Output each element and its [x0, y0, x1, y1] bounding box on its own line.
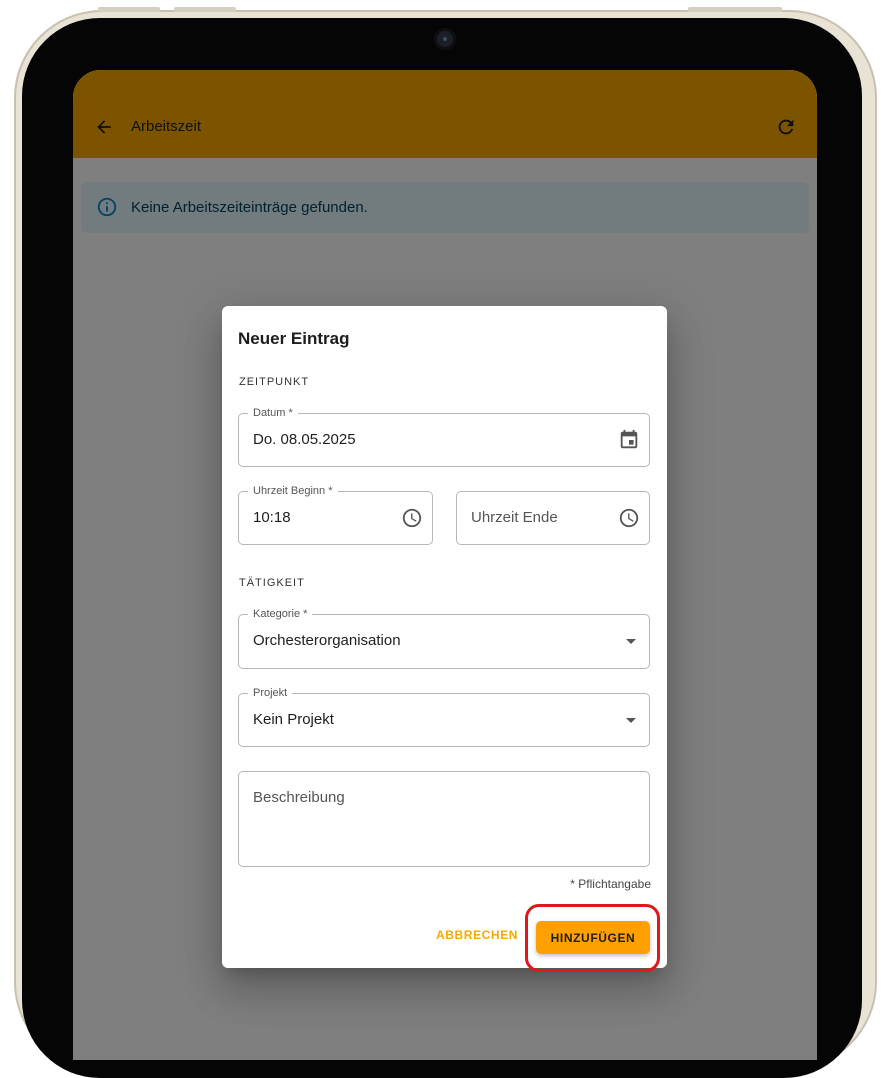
category-label: Kategorie * — [248, 608, 313, 621]
volume-button — [174, 7, 236, 12]
date-field-label: Datum * — [248, 407, 298, 420]
end-time-placeholder: Uhrzeit Ende — [471, 509, 558, 526]
date-field-value: Do. 08.05.2025 — [253, 431, 356, 448]
front-camera — [434, 28, 456, 50]
dialog-title: Neuer Eintrag — [238, 329, 350, 348]
project-label: Projekt — [248, 687, 293, 700]
project-select[interactable]: Projekt Kein Projekt — [238, 687, 650, 747]
description-textarea[interactable]: Beschreibung — [238, 771, 650, 867]
volume-button — [98, 7, 160, 12]
section-label-time: ZEITPUNKT — [239, 376, 310, 388]
category-value: Orchesterorganisation — [253, 632, 401, 649]
required-note: * Pflichtangabe — [570, 877, 651, 891]
calendar-icon[interactable] — [618, 429, 640, 451]
dropdown-arrow-icon — [626, 718, 636, 723]
clock-icon[interactable] — [401, 507, 423, 529]
description-placeholder: Beschreibung — [253, 789, 345, 806]
start-time-field[interactable]: Uhrzeit Beginn * 10:18 — [238, 485, 433, 545]
new-entry-dialog: Neuer Eintrag ZEITPUNKT Datum * Do. 08.0… — [222, 306, 667, 968]
dropdown-arrow-icon — [626, 639, 636, 644]
start-time-label: Uhrzeit Beginn * — [248, 485, 338, 498]
start-time-value: 10:18 — [253, 509, 291, 526]
highlight-annotation — [525, 904, 660, 972]
power-button — [688, 7, 782, 12]
section-label-activity: TÄTIGKEIT — [239, 577, 305, 589]
clock-icon[interactable] — [618, 507, 640, 529]
cancel-button[interactable]: ABBRECHEN — [436, 928, 518, 942]
date-field[interactable]: Datum * Do. 08.05.2025 — [238, 407, 650, 467]
category-select[interactable]: Kategorie * Orchesterorganisation — [238, 608, 650, 669]
project-value: Kein Projekt — [253, 711, 334, 728]
end-time-field[interactable]: Uhrzeit Ende — [456, 491, 650, 545]
